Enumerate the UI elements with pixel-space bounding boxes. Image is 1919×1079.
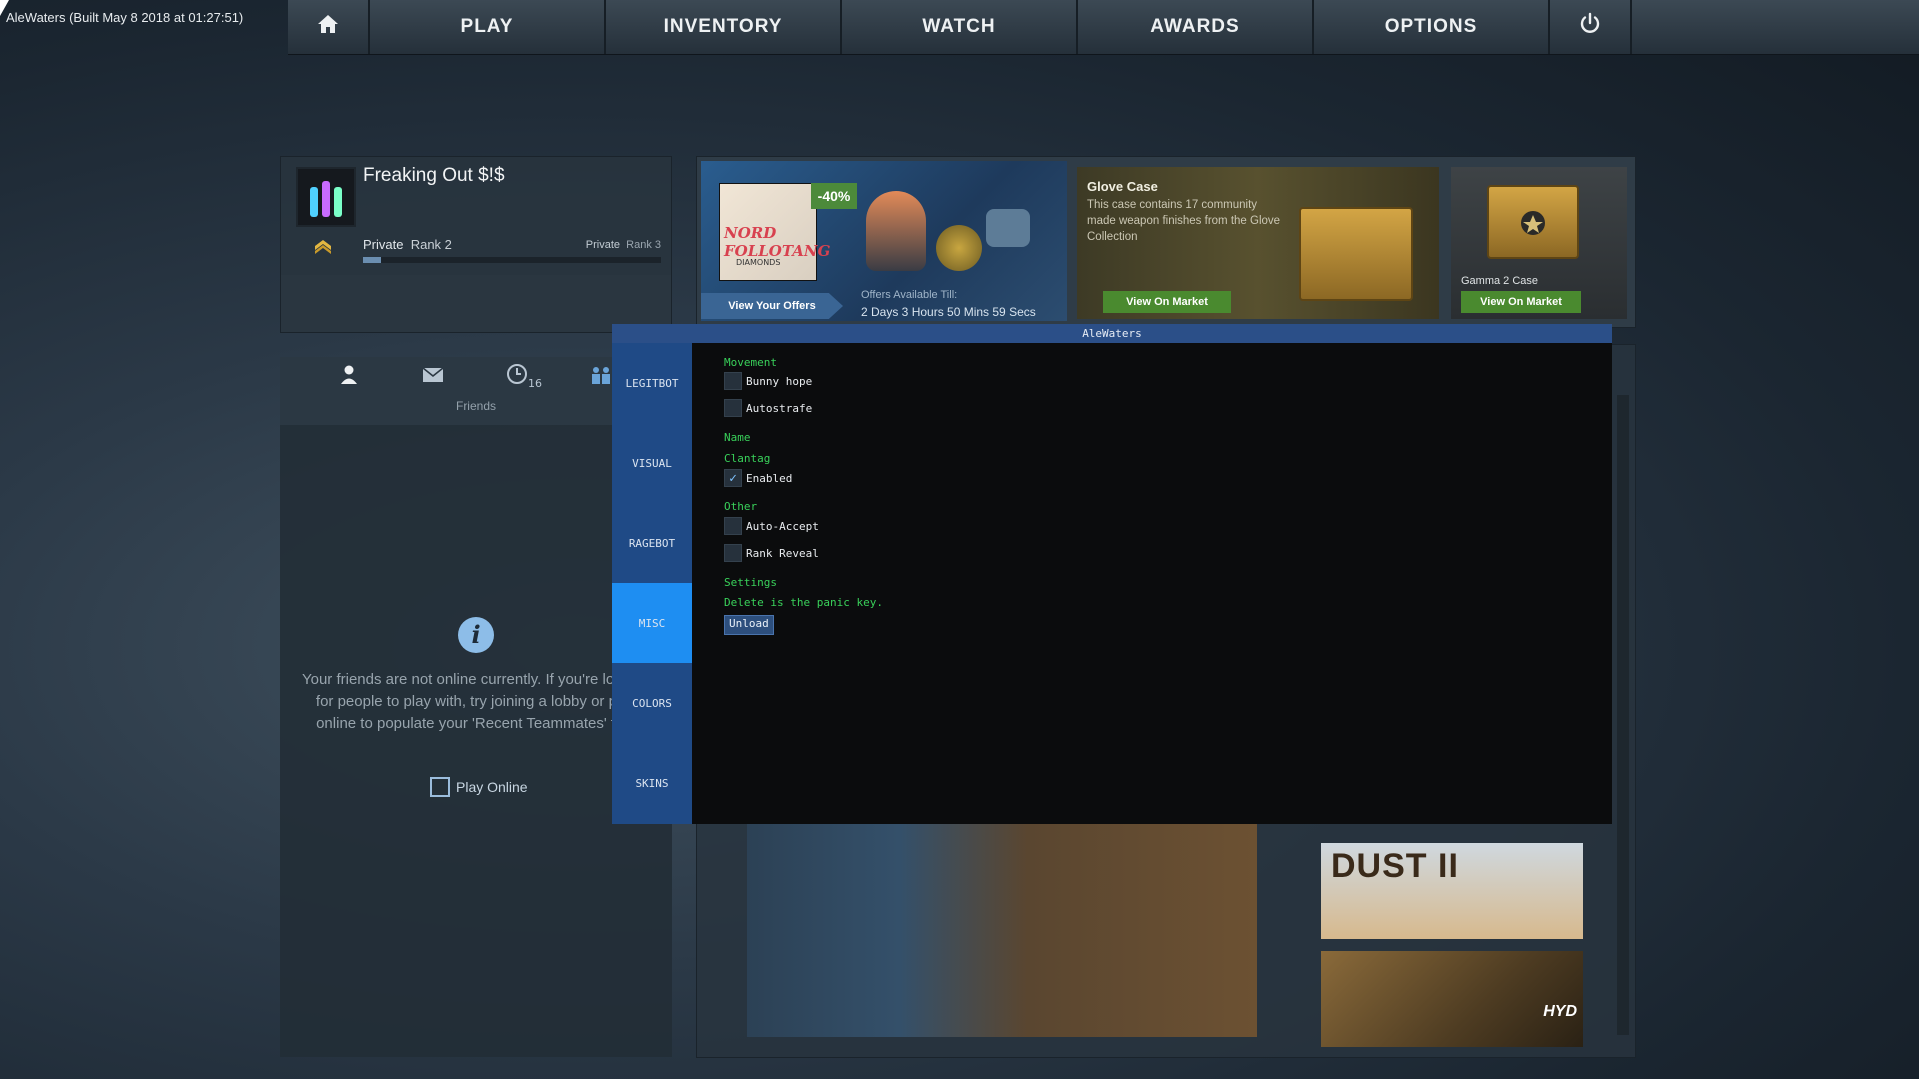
tab-skins[interactable]: SKINS	[612, 743, 692, 823]
hydra-title: HYD	[1543, 1003, 1577, 1020]
panic-key-note: Delete is the panic key.	[724, 596, 883, 609]
other-group-label: Other	[724, 500, 758, 513]
rank-chevron-icon	[313, 237, 333, 255]
build-info: AleWaters (Built May 8 2018 at 01:27:51)	[6, 10, 244, 25]
tab-ragebot[interactable]: RAGEBOT	[612, 503, 692, 583]
avatar[interactable]	[296, 167, 356, 227]
player-name: Freaking Out $!$	[363, 165, 505, 186]
next-rank-title: Private	[585, 239, 621, 251]
tab-misc[interactable]: MISC	[612, 583, 692, 663]
cheat-menu-sidebar: LEGITBOT VISUAL RAGEBOT MISC COLORS SKIN…	[612, 343, 692, 824]
glove-case-banner[interactable]: Glove Case This case contains 17 communi…	[1077, 167, 1439, 319]
gamma-case-market-button[interactable]: View On Market	[1461, 291, 1581, 313]
bottles-avatar-icon	[310, 181, 342, 217]
gamma-case-title: Gamma 2 Case	[1461, 275, 1539, 287]
auto-accept-label: Auto-Accept	[746, 519, 819, 533]
album-title: NORD FOLLOTANG	[724, 224, 831, 260]
auto-accept-option[interactable]: Auto-Accept	[724, 517, 819, 535]
dust2-thumbnail[interactable]: DUST II	[1321, 843, 1583, 939]
dust2-title: DUST II	[1331, 847, 1459, 885]
recent-history-icon[interactable]	[506, 363, 528, 390]
top-nav: PLAY INVENTORY WATCH AWARDS OPTIONS	[288, 0, 1919, 55]
tab-colors[interactable]: COLORS	[612, 663, 692, 743]
clantag-enabled-checkbox[interactable]: ✓	[724, 469, 742, 487]
autostrafe-label: Autostrafe	[746, 401, 813, 415]
clantag-enabled-option[interactable]: ✓ Enabled	[724, 469, 792, 487]
offer-banner[interactable]: NORD FOLLOTANG DIAMONDS -40% View Your O…	[701, 161, 1067, 321]
name-group-label: Name	[724, 431, 751, 444]
play-online-label: Play Online	[456, 779, 528, 795]
nav-home-button[interactable]	[288, 0, 370, 54]
friends-offline-message: Your friends are not online currently. I…	[301, 671, 651, 732]
group-icon[interactable]	[590, 365, 612, 390]
featured-map-image[interactable]	[747, 823, 1257, 1037]
gamma-case-banner[interactable]: Gamma 2 Case View On Market	[1451, 167, 1627, 319]
nav-watch-button[interactable]: WATCH	[842, 0, 1078, 54]
rank-reveal-option[interactable]: Rank Reveal	[724, 544, 819, 562]
info-icon: i	[458, 617, 494, 653]
play-online-link[interactable]: Play Online	[430, 777, 528, 797]
next-rank-level: Rank 3	[626, 239, 661, 251]
glove-case-market-button[interactable]: View On Market	[1103, 291, 1231, 313]
view-offers-button[interactable]: View Your Offers	[701, 293, 843, 319]
autostrafe-checkbox[interactable]	[724, 399, 742, 417]
auto-accept-checkbox[interactable]	[724, 517, 742, 535]
hydra-thumbnail[interactable]: HYD	[1321, 951, 1583, 1047]
gamma-case-icon	[1487, 185, 1579, 259]
clantag-group-label: Clantag	[724, 452, 771, 465]
bunny-hop-label: Bunny hope	[746, 374, 813, 388]
xp-progress-bar	[363, 257, 661, 263]
friends-tab-icon[interactable]	[340, 365, 358, 390]
recent-history-count: 16	[528, 377, 542, 390]
settings-group-label: Settings	[724, 576, 777, 589]
album-subtitle: DIAMONDS	[736, 258, 781, 267]
glove-case-icon	[1299, 207, 1413, 301]
discount-badge: -40%	[811, 183, 857, 209]
current-rank: Private Rank 2	[363, 237, 452, 252]
sticker-icon	[986, 209, 1030, 247]
coin-icon	[936, 225, 982, 271]
offers-available-label: Offers Available Till:	[861, 289, 958, 301]
offers-countdown: 2 Days 3 Hours 50 Mins 59 Secs	[861, 305, 1036, 319]
nav-inventory-button[interactable]: INVENTORY	[606, 0, 842, 54]
character-art	[866, 191, 926, 271]
movement-group-label: Movement	[724, 356, 777, 369]
autostrafe-option[interactable]: Autostrafe	[724, 399, 812, 417]
next-rank: Private Rank 3	[586, 239, 661, 251]
power-icon	[1578, 12, 1602, 42]
current-rank-level: Rank 2	[410, 237, 452, 252]
bunny-hop-checkbox[interactable]	[724, 372, 742, 390]
cheat-menu-content: Movement Bunny hope Autostrafe Name Clan…	[692, 343, 1612, 824]
cheat-menu-titlebar[interactable]: AleWaters	[612, 324, 1612, 343]
current-rank-title: Private	[363, 237, 404, 252]
tab-legitbot[interactable]: LEGITBOT	[612, 343, 692, 423]
news-scrollbar[interactable]	[1617, 395, 1629, 1035]
xp-progress-fill	[363, 257, 381, 263]
glove-case-description: This case contains 17 community made wea…	[1087, 199, 1281, 243]
unload-button[interactable]: Unload	[724, 615, 774, 635]
glove-case-title: Glove Case	[1087, 179, 1158, 194]
tab-visual[interactable]: VISUAL	[612, 423, 692, 503]
clantag-enabled-label: Enabled	[746, 471, 793, 485]
cheat-menu-window: AleWaters LEGITBOT VISUAL RAGEBOT MISC C…	[612, 324, 1612, 824]
rank-reveal-checkbox[interactable]	[724, 544, 742, 562]
nav-play-button[interactable]: PLAY	[370, 0, 606, 54]
edit-icon	[430, 777, 450, 797]
home-icon	[316, 13, 340, 41]
profile-panel: Freaking Out $!$ Private Rank 2 Private …	[280, 156, 672, 333]
nav-options-button[interactable]: OPTIONS	[1314, 0, 1550, 54]
cheat-menu-title: AleWaters	[1082, 327, 1142, 340]
bunny-hop-option[interactable]: Bunny hope	[724, 372, 812, 390]
rank-reveal-label: Rank Reveal	[746, 546, 819, 560]
store-banners: NORD FOLLOTANG DIAMONDS -40% View Your O…	[696, 156, 1636, 328]
nav-awards-button[interactable]: AWARDS	[1078, 0, 1314, 54]
nav-power-button[interactable]	[1550, 0, 1632, 54]
music-kit-album-art: NORD FOLLOTANG DIAMONDS	[719, 183, 830, 281]
mail-icon[interactable]	[422, 367, 444, 388]
